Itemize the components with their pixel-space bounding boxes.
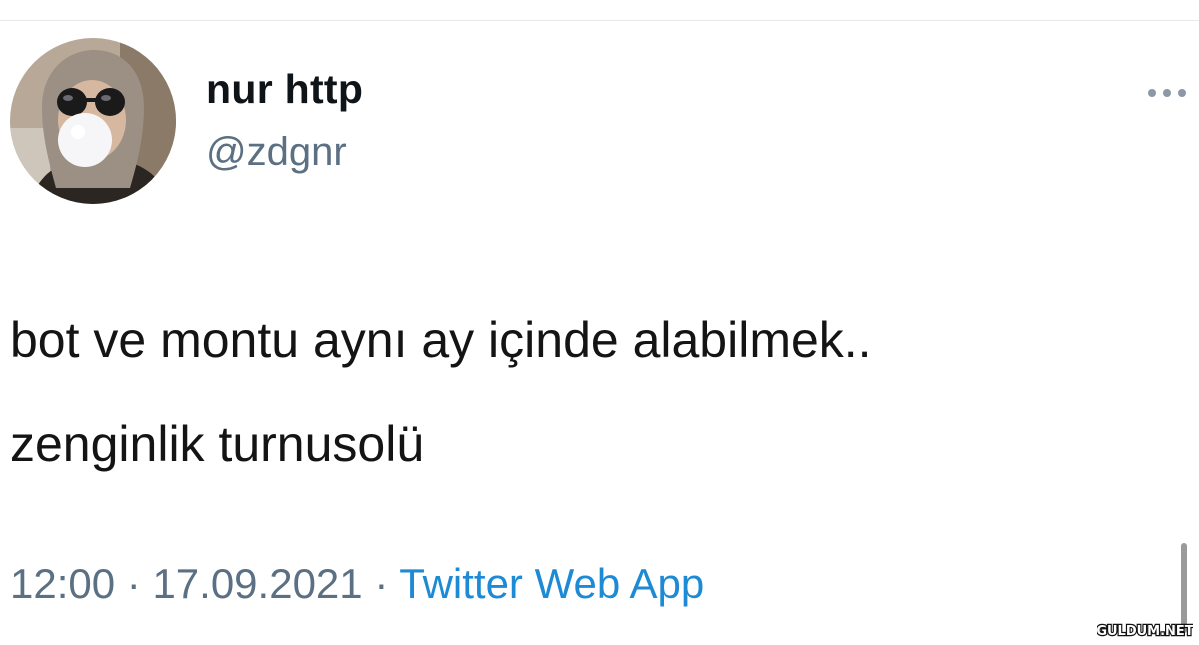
tweet-text: bot ve montu aynı ay içinde alabilmek.. … [10,288,1180,496]
tweet-text-line: zenginlik turnusolü [10,416,425,472]
avatar[interactable] [10,38,176,204]
tweet-text-line: bot ve montu aynı ay içinde alabilmek.. [10,312,872,368]
tweet-meta: 12:00 · 17.09.2021 · Twitter Web App [10,560,704,608]
tweet-source-link[interactable]: Twitter Web App [399,560,704,607]
top-divider [0,20,1199,21]
meta-separator: · [115,560,153,607]
tweet-date[interactable]: 17.09.2021 [152,560,362,607]
avatar-image [10,38,176,204]
tweet-time[interactable]: 12:00 [10,560,115,607]
svg-text:GULDUM.NET: GULDUM.NET [1097,624,1193,639]
watermark-logo: GULDUM.NET [1097,623,1193,640]
meta-separator: · [362,560,400,607]
user-handle[interactable]: @zdgnr [206,130,347,175]
more-horizontal-icon[interactable] [1142,84,1192,102]
display-name[interactable]: nur http [206,66,363,113]
